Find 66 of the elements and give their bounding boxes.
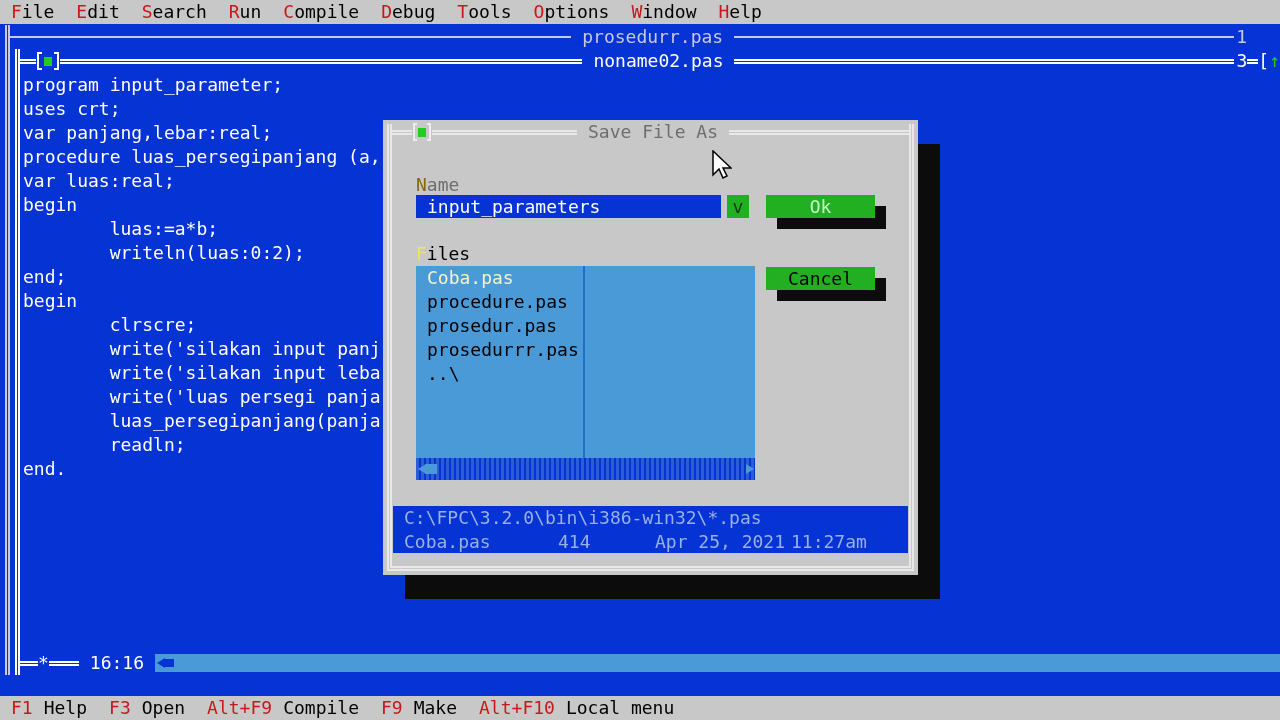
shortcut-label[interactable]: Help	[43, 696, 88, 720]
frame-line	[392, 129, 412, 135]
code-line: write('silakan input panj	[108, 337, 381, 361]
listbox-row[interactable]: procedure.pas	[427, 290, 583, 314]
listbox-row[interactable]: ..\	[427, 362, 583, 386]
code-line: writeln(luas:0:2);	[108, 241, 305, 265]
shortcut-label[interactable]: Open	[141, 696, 186, 720]
menu-item[interactable]: Window	[631, 0, 697, 24]
code-line: program input_parameter;	[23, 73, 284, 97]
zoom-button[interactable]: [↑	[1258, 49, 1280, 73]
dialog-title: Save File As	[586, 120, 719, 144]
file-size: 414	[558, 530, 592, 554]
code-line: write('luas persegi panja	[108, 385, 381, 409]
name-label: Name	[416, 173, 461, 195]
code-line: write('silakan input leba	[108, 361, 381, 385]
window-number: 1	[1235, 25, 1248, 49]
frame-line	[48, 660, 79, 666]
cursor-position: 16:16	[88, 651, 146, 675]
shortcut-label[interactable]: Make	[413, 696, 458, 720]
menu-item[interactable]: Help	[718, 0, 762, 24]
code-line: luas:=a*b;	[108, 217, 219, 241]
code-line: readln;	[108, 433, 186, 457]
code-line: luas_persegipanjang(panja	[108, 409, 381, 433]
menu-item[interactable]: Options	[533, 0, 610, 24]
scroll-left-icon[interactable]	[155, 656, 176, 670]
file-time: 11:27am	[791, 530, 867, 554]
menu-item[interactable]: Debug	[381, 0, 436, 24]
window-title: noname02.pas	[592, 49, 725, 73]
menu-item[interactable]: Run	[228, 0, 262, 24]
code-line: procedure luas_persegipanjang (a,	[23, 145, 381, 169]
mouse-pointer-icon	[712, 150, 732, 180]
file-date: Apr 25, 2021	[655, 530, 787, 554]
scroll-right-icon[interactable]	[745, 463, 755, 475]
file-name: Coba.pas	[404, 530, 492, 554]
code-line: begin	[23, 289, 78, 313]
scroll-left-icon[interactable]	[416, 463, 438, 475]
frame-line	[20, 58, 36, 64]
frame-line	[1247, 58, 1259, 64]
listbox-row[interactable]: prosedurrr.pas	[427, 338, 583, 362]
name-field[interactable]: input_parameters	[416, 195, 721, 218]
code-line: var luas:real;	[23, 169, 175, 193]
frame-line	[20, 660, 38, 666]
menu-item[interactable]: Edit	[76, 0, 120, 24]
menu-item[interactable]: File	[11, 0, 55, 24]
code-line: var panjang,lebar:real;	[23, 121, 273, 145]
shortcut-key[interactable]: F3	[109, 696, 131, 720]
shortcut-label[interactable]: Local menu	[565, 696, 675, 720]
shortcut-label[interactable]: Compile	[283, 696, 359, 720]
menu-item[interactable]: Tools	[457, 0, 512, 24]
shortcut-key[interactable]: F9	[381, 696, 403, 720]
code-line: end.	[23, 457, 67, 481]
history-button[interactable]: v	[727, 195, 749, 218]
modified-mark: *	[38, 651, 49, 675]
window-number: 3	[1235, 49, 1248, 73]
path-text: C:\FPC\3.2.0\bin\i386-win32\*.pas	[404, 506, 763, 530]
code-line: begin	[23, 193, 78, 217]
code-line: end;	[23, 265, 67, 289]
horizontal-scrollbar[interactable]	[155, 654, 1280, 672]
code-line: clrscre;	[108, 313, 197, 337]
window-title: prosedurr.pas	[581, 25, 725, 49]
menu-item[interactable]: Compile	[283, 0, 360, 24]
files-label: Files	[416, 242, 472, 266]
code-line: uses crt;	[23, 97, 121, 121]
menu-item[interactable]: Search	[141, 0, 207, 24]
listbox-row[interactable]: prosedur.pas	[427, 314, 583, 338]
horizontal-scrollbar[interactable]	[416, 458, 755, 480]
